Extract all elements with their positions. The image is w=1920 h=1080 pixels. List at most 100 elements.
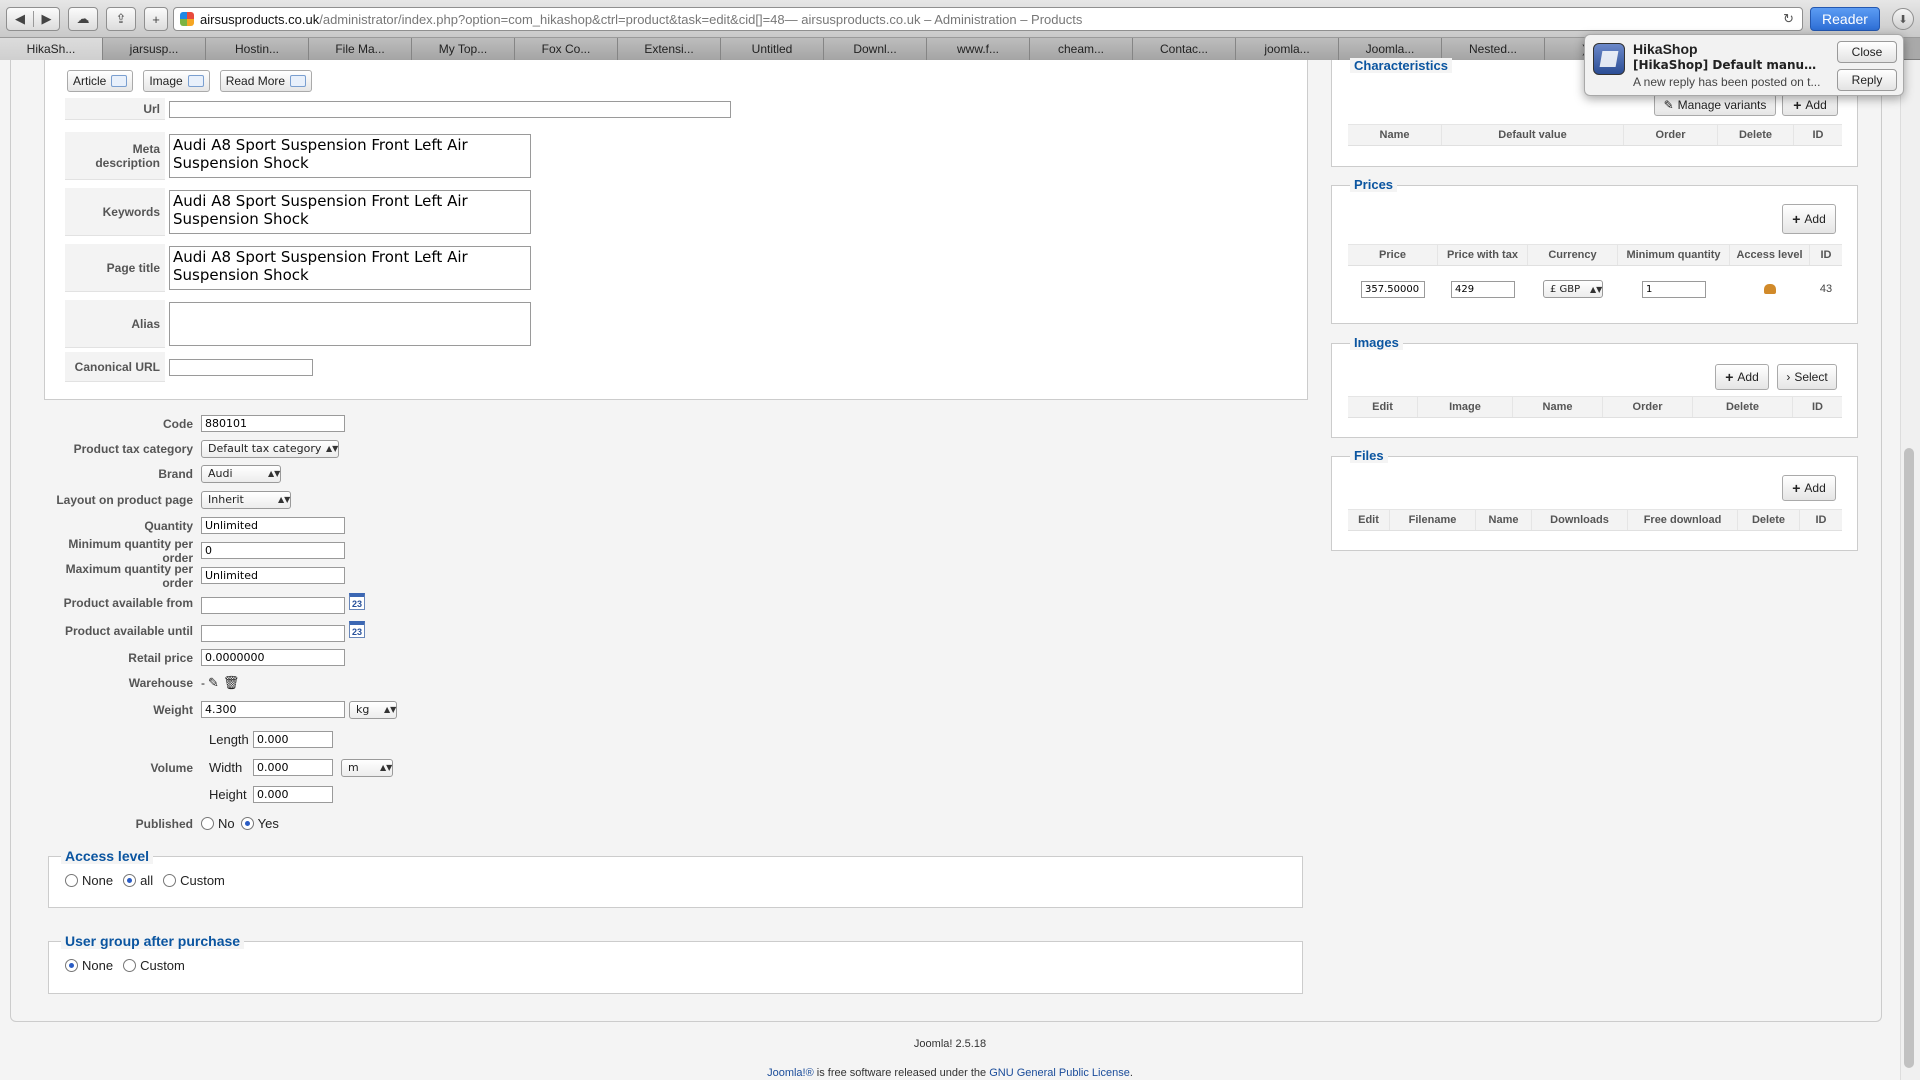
weight-input[interactable] <box>201 701 345 718</box>
col-id: ID <box>1820 249 1832 261</box>
user-group-legend: User group after purchase <box>61 933 245 949</box>
article-button[interactable]: Article <box>67 70 134 92</box>
quantity-input[interactable] <box>201 517 345 534</box>
browser-tab[interactable]: joomla... <box>1236 38 1339 60</box>
article-button-label: Article <box>73 74 107 88</box>
currency-value: £ GBP <box>1550 283 1581 295</box>
price-input[interactable] <box>1361 280 1425 298</box>
back-icon[interactable]: ◀ <box>7 11 33 27</box>
users-icon[interactable] <box>1764 284 1776 294</box>
new-tab-button[interactable]: + <box>144 7 168 31</box>
published-no-radio[interactable] <box>201 817 214 830</box>
select-arrows-icon: ▲▼ <box>384 705 397 714</box>
scrollbar-thumb[interactable] <box>1904 448 1914 1068</box>
col-price-with-tax: Price with tax <box>1438 245 1528 265</box>
calendar-icon[interactable]: 23 <box>349 592 365 610</box>
col-order: Order <box>1603 397 1693 417</box>
usergroup-custom-radio[interactable] <box>123 959 137 972</box>
downloads-icon[interactable]: ⬇ <box>1892 8 1914 30</box>
alias-input[interactable] <box>169 302 531 346</box>
browser-tab[interactable]: Contac... <box>1133 38 1236 60</box>
browser-tab[interactable]: My Top... <box>412 38 515 60</box>
browser-tab[interactable]: Joomla... <box>1339 38 1442 60</box>
tax-category-select[interactable]: Default tax category ▲▼ <box>201 439 339 458</box>
published-yes-label: Yes <box>257 816 279 831</box>
images-select-button[interactable]: › Select <box>1777 364 1837 390</box>
keywords-input[interactable]: Audi A8 Sport Suspension Front Left Air … <box>169 190 531 234</box>
reload-icon[interactable]: ↻ <box>1783 11 1794 27</box>
address-bar[interactable]: airsusproducts.co.uk /administrator/inde… <box>173 7 1803 31</box>
manage-variants-button[interactable]: ✎ Manage variants <box>1654 94 1776 116</box>
trash-icon[interactable]: 🗑 <box>223 675 240 691</box>
url-input[interactable] <box>169 100 731 118</box>
code-input[interactable] <box>201 415 345 432</box>
notification-app: HikaShop <box>1633 41 1698 57</box>
cloud-icon: ☁ <box>76 11 90 26</box>
browser-tab[interactable]: File Ma... <box>309 38 412 60</box>
read-more-icon <box>290 75 307 87</box>
volume-unit-select[interactable]: m ▲▼ <box>341 758 393 777</box>
available-from-input[interactable] <box>201 596 345 614</box>
notification-reply-button[interactable]: Reply <box>1837 69 1897 91</box>
tax-category-label: Product tax category <box>73 441 193 456</box>
height-input[interactable] <box>253 786 333 803</box>
icloud-tabs-button[interactable]: ☁ <box>68 7 98 31</box>
browser-tab[interactable]: Fox Co... <box>515 38 618 60</box>
browser-tab[interactable]: Downl... <box>824 38 927 60</box>
width-input[interactable] <box>253 759 333 776</box>
browser-tab[interactable]: HikaSh... <box>0 38 103 60</box>
share-button[interactable]: ⇪ <box>106 7 136 31</box>
code-label: Code <box>163 416 193 431</box>
plus-icon: + <box>152 11 160 27</box>
length-input[interactable] <box>253 731 333 748</box>
min-quantity-input[interactable] <box>201 542 345 559</box>
browser-tab[interactable]: Hostin... <box>206 38 309 60</box>
footer-end: . <box>1129 1067 1133 1079</box>
min-qty-input[interactable] <box>1642 280 1706 298</box>
layout-select[interactable]: Inherit ▲▼ <box>201 490 291 509</box>
pencil-icon[interactable]: ✎ <box>208 675 219 691</box>
back-forward-buttons[interactable]: ◀ ▶ <box>6 7 60 31</box>
available-until-input[interactable] <box>201 624 345 642</box>
images-add-label: Add <box>1737 370 1759 384</box>
brand-select[interactable]: Audi ▲▼ <box>201 464 281 483</box>
currency-select[interactable]: £ GBP ▲▼ <box>1543 280 1603 298</box>
meta-description-input[interactable]: Audi A8 Sport Suspension Front Left Air … <box>169 134 531 178</box>
files-add-button[interactable]: + Add <box>1782 475 1836 501</box>
max-quantity-input[interactable] <box>201 567 345 584</box>
canonical-url-input[interactable] <box>169 358 313 376</box>
available-until-label: Product available until <box>64 624 193 638</box>
browser-tab[interactable]: Extensi... <box>618 38 721 60</box>
retail-price-input[interactable] <box>201 649 345 666</box>
access-custom-radio[interactable] <box>163 874 177 887</box>
forward-icon[interactable]: ▶ <box>33 11 59 27</box>
published-yes-radio[interactable] <box>240 817 254 830</box>
browser-tab[interactable]: Untitled <box>721 38 824 60</box>
weight-unit-value: kg <box>356 703 370 716</box>
brand-value: Audi <box>208 467 233 480</box>
browser-tab[interactable]: www.f... <box>927 38 1030 60</box>
browser-tab[interactable]: jarsusp... <box>103 38 206 60</box>
characteristics-add-button[interactable]: + Add <box>1782 94 1838 116</box>
access-level-legend: Access level <box>61 848 154 864</box>
col-name: Name <box>1476 510 1532 530</box>
price-with-tax-input[interactable] <box>1451 280 1515 298</box>
weight-unit-select[interactable]: kg ▲▼ <box>349 700 397 719</box>
page-title-input[interactable]: Audi A8 Sport Suspension Front Left Air … <box>169 246 531 290</box>
gpl-link[interactable]: GNU General Public License <box>989 1067 1130 1079</box>
notification-subject: [HikaShop] Default manual ship... <box>1633 58 1823 72</box>
browser-tab[interactable]: cheam... <box>1030 38 1133 60</box>
notification-close-button[interactable]: Close <box>1837 41 1897 63</box>
access-all-radio[interactable] <box>123 874 137 887</box>
calendar-icon[interactable]: 23 <box>349 620 365 638</box>
access-none-radio[interactable] <box>65 874 78 887</box>
read-more-button[interactable]: Read More <box>219 70 313 92</box>
reader-button[interactable]: Reader <box>1810 7 1880 31</box>
image-button[interactable]: Image <box>143 70 210 92</box>
prices-add-button[interactable]: + Add <box>1782 204 1836 234</box>
joomla-link[interactable]: Joomla!® <box>767 1067 814 1079</box>
usergroup-none-radio[interactable] <box>65 959 78 972</box>
images-add-button[interactable]: + Add <box>1715 364 1769 390</box>
joomla-version: Joomla! 2.5.18 <box>913 1038 987 1050</box>
browser-tab[interactable]: Nested... <box>1442 38 1545 60</box>
